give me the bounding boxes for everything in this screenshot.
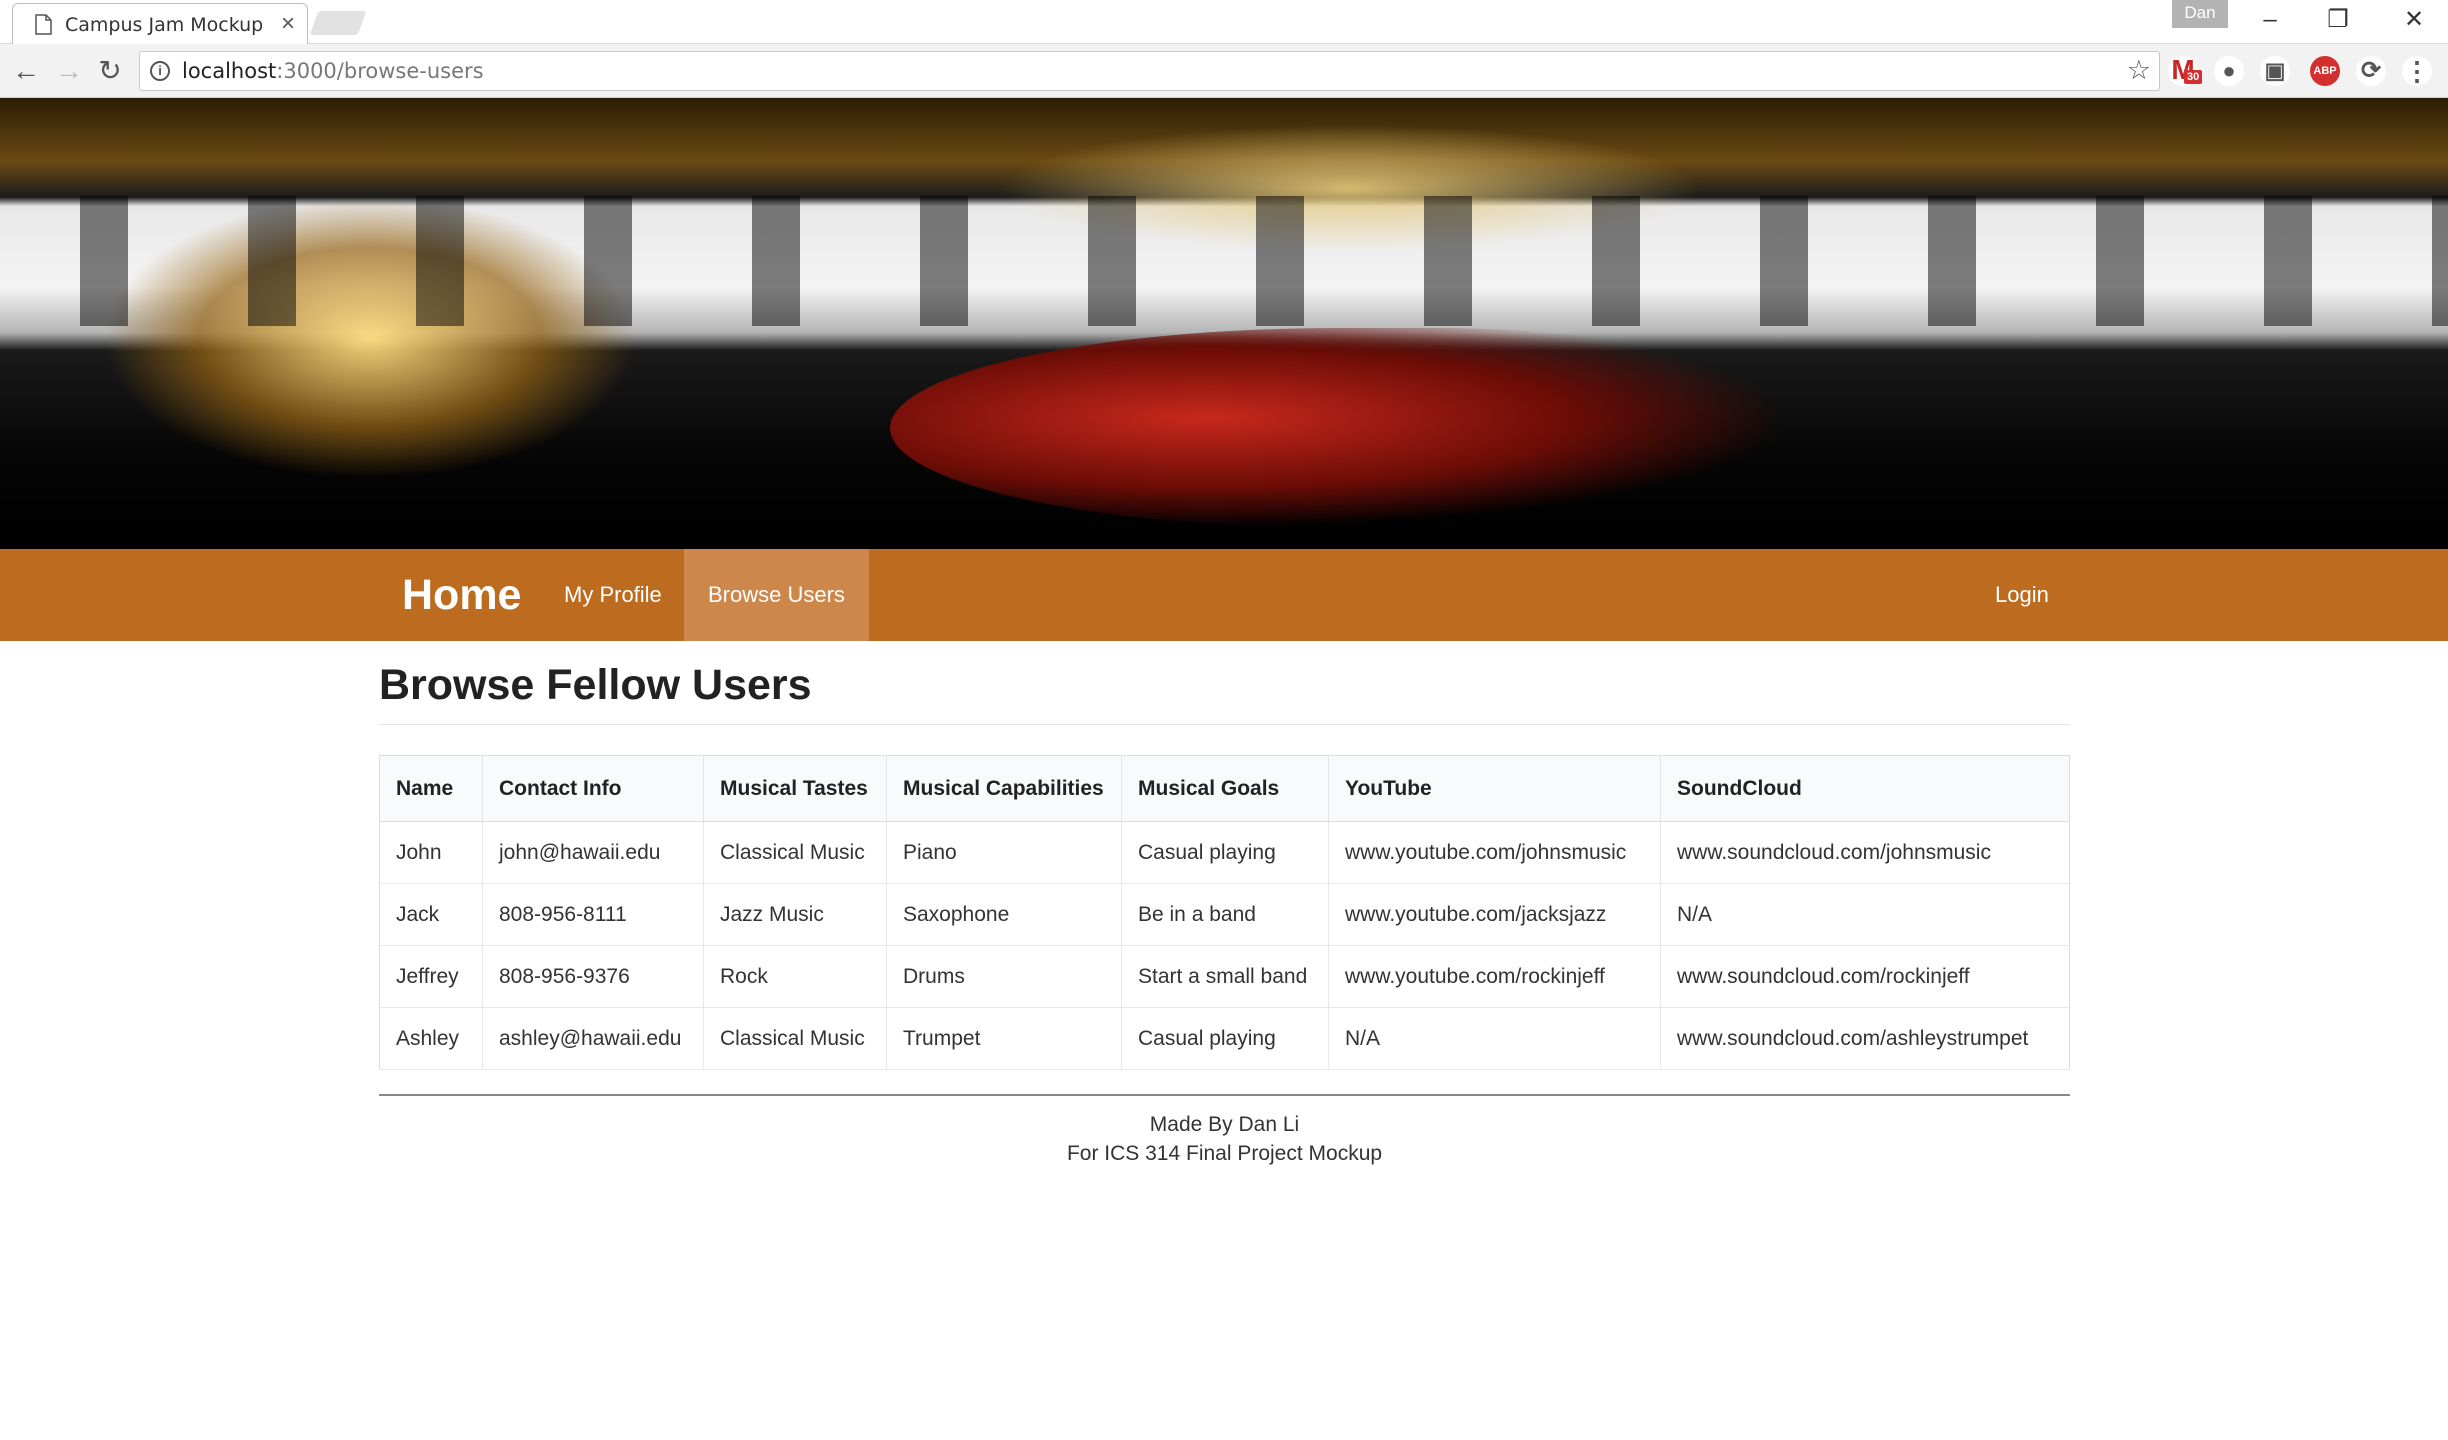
info-icon[interactable]: i — [150, 61, 170, 81]
table-row: John john@hawaii.edu Classical Music Pia… — [379, 821, 2070, 884]
cell-name: Jack — [379, 883, 483, 946]
cell-contact: 808-956-9376 — [482, 945, 704, 1008]
users-table: Name Contact Info Musical Tastes Musical… — [379, 755, 2070, 1070]
home-brand-link[interactable]: Home — [384, 549, 539, 641]
close-window-icon[interactable]: ✕ — [2380, 0, 2448, 44]
column-header: Name — [379, 755, 483, 822]
cell-youtube: www.youtube.com/johnsmusic — [1328, 821, 1661, 884]
reload-icon[interactable]: ↻ — [91, 52, 129, 90]
cell-capabilities: Drums — [886, 945, 1122, 1008]
new-tab-button[interactable] — [309, 11, 367, 35]
browser-tab[interactable]: Campus Jam Mockup × — [12, 3, 308, 44]
back-icon[interactable]: ← — [7, 52, 45, 90]
extension-icon[interactable]: ▣ — [2260, 56, 2290, 86]
nav-browse-users[interactable]: Browse Users — [684, 549, 869, 641]
table-header-row: Name Contact Info Musical Tastes Musical… — [379, 755, 2070, 822]
gmail-extension-icon[interactable]: M 30 — [2168, 56, 2203, 86]
table-row: Jack 808-956-8111 Jazz Music Saxophone B… — [379, 883, 2070, 946]
forward-icon[interactable]: → — [50, 52, 88, 90]
sync-extension-icon[interactable]: ⟳ — [2356, 56, 2386, 86]
url-text: localhost:3000/browse-users — [182, 59, 484, 83]
close-tab-icon[interactable]: × — [281, 10, 295, 38]
violin-image — [890, 328, 1790, 528]
column-header: Contact Info — [482, 755, 704, 822]
column-header: Musical Tastes — [703, 755, 887, 822]
adblock-extension-icon[interactable]: ABP — [2310, 56, 2340, 86]
cell-capabilities: Saxophone — [886, 883, 1122, 946]
cell-capabilities: Trumpet — [886, 1007, 1122, 1070]
cell-goals: Start a small band — [1121, 945, 1329, 1008]
tab-title: Campus Jam Mockup — [65, 14, 264, 36]
hero-banner-image — [0, 98, 2448, 549]
cell-goals: Casual playing — [1121, 821, 1329, 884]
cell-tastes: Rock — [703, 945, 887, 1008]
document-icon — [35, 14, 52, 35]
table-row: Jeffrey 808-956-9376 Rock Drums Start a … — [379, 945, 2070, 1008]
cell-contact: ashley@hawaii.edu — [482, 1007, 704, 1070]
bookmark-star-icon[interactable]: ☆ — [2127, 55, 2151, 86]
footer-credit: Made By Dan Li — [1149, 1113, 1300, 1136]
minimize-icon[interactable]: – — [2236, 0, 2304, 44]
footer-project: For ICS 314 Final Project Mockup — [1066, 1142, 1383, 1165]
nav-my-profile[interactable]: My Profile — [540, 549, 686, 641]
column-header: SoundCloud — [1660, 755, 2070, 822]
cell-contact: john@hawaii.edu — [482, 821, 704, 884]
restore-icon[interactable]: ❐ — [2304, 0, 2372, 44]
cell-name: John — [379, 821, 483, 884]
cell-capabilities: Piano — [886, 821, 1122, 884]
cell-name: Jeffrey — [379, 945, 483, 1008]
page-title: Browse Fellow Users — [379, 661, 2070, 725]
cell-youtube: www.youtube.com/rockinjeff — [1328, 945, 1661, 1008]
cell-tastes: Classical Music — [703, 821, 887, 884]
table-row: Ashley ashley@hawaii.edu Classical Music… — [379, 1007, 2070, 1070]
cell-soundcloud: www.soundcloud.com/johnsmusic — [1660, 821, 2070, 884]
profile-button[interactable]: Dan — [2172, 0, 2228, 28]
cell-youtube: www.youtube.com/jacksjazz — [1328, 883, 1661, 946]
cell-soundcloud: N/A — [1660, 883, 2070, 946]
cell-goals: Casual playing — [1121, 1007, 1329, 1070]
main-navbar: Home My Profile Browse Users Login — [0, 549, 2448, 641]
page-footer: Made By Dan Li For ICS 314 Final Project… — [379, 1094, 2070, 1168]
main-content: Browse Fellow Users Name Contact Info Mu… — [379, 641, 2070, 1070]
cell-contact: 808-956-8111 — [482, 883, 704, 946]
column-header: Musical Goals — [1121, 755, 1329, 822]
column-header: Musical Capabilities — [886, 755, 1122, 822]
address-bar[interactable]: i localhost:3000/browse-users ☆ — [139, 51, 2160, 91]
cell-tastes: Classical Music — [703, 1007, 887, 1070]
cell-tastes: Jazz Music — [703, 883, 887, 946]
nav-login[interactable]: Login — [1971, 549, 2073, 641]
column-header: YouTube — [1328, 755, 1661, 822]
cell-soundcloud: www.soundcloud.com/rockinjeff — [1660, 945, 2070, 1008]
cell-goals: Be in a band — [1121, 883, 1329, 946]
cell-name: Ashley — [379, 1007, 483, 1070]
cell-youtube: N/A — [1328, 1007, 1661, 1070]
browser-tabstrip: Campus Jam Mockup × Dan – ❐ ✕ — [0, 0, 2448, 44]
cell-soundcloud: www.soundcloud.com/ashleystrumpet — [1660, 1007, 2070, 1070]
lightbulb-extension-icon[interactable]: ● — [2214, 56, 2244, 86]
menu-icon[interactable]: ⋮ — [2402, 56, 2432, 86]
browser-toolbar: ← → ↻ i localhost:3000/browse-users ☆ M3… — [0, 44, 2448, 98]
